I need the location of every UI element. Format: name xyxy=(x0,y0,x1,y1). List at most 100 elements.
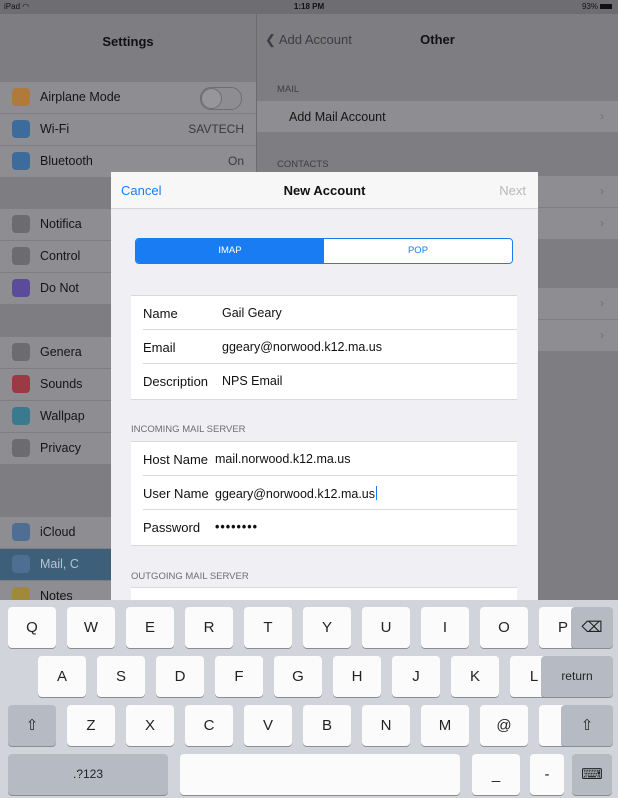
host-name-row: Host Name mail.norwood.k12.ma.us xyxy=(131,442,517,476)
description-label: Description xyxy=(143,374,209,389)
key-r[interactable]: R xyxy=(185,607,233,648)
settings-title: Settings xyxy=(102,34,154,49)
new-account-sheet: Cancel New Account Next IMAP POP Name Ga… xyxy=(111,172,538,600)
shift-right-key[interactable]: ⇧ xyxy=(561,705,613,746)
mail-section-header: MAIL xyxy=(277,84,300,95)
next-button[interactable]: Next xyxy=(499,183,526,198)
settings-row-0-0[interactable]: Airplane Mode xyxy=(0,82,256,113)
add-mail-account-label: Add Mail Account xyxy=(289,110,386,124)
return-key[interactable]: return xyxy=(541,656,613,697)
key-x[interactable]: X xyxy=(126,705,174,746)
key-u[interactable]: U xyxy=(362,607,410,648)
password-field[interactable]: •••••••• xyxy=(215,520,258,534)
key-w[interactable]: W xyxy=(67,607,115,648)
key-j[interactable]: J xyxy=(392,656,440,697)
key-g[interactable]: G xyxy=(274,656,322,697)
name-field[interactable]: Gail Geary xyxy=(222,306,282,320)
settings-row-label: Mail, C xyxy=(40,557,79,571)
settings-row-label: Sounds xyxy=(40,377,83,391)
text-cursor xyxy=(376,486,377,500)
gear-icon xyxy=(12,343,30,361)
battery-icon xyxy=(600,4,612,10)
key-i[interactable]: I xyxy=(421,607,469,648)
key-f[interactable]: F xyxy=(215,656,263,697)
key-n[interactable]: N xyxy=(362,705,410,746)
chevron-right-icon: › xyxy=(600,328,604,342)
settings-row-label: Airplane Mode xyxy=(40,90,121,104)
email-label: Email xyxy=(143,340,176,355)
host-name-field[interactable]: mail.norwood.k12.ma.us xyxy=(215,452,350,466)
outgoing-server-group xyxy=(131,587,517,600)
chevron-right-icon: › xyxy=(600,216,604,230)
settings-row-0-1[interactable]: Wi-Fi SAVTECH xyxy=(0,114,256,145)
sheet-header: Cancel New Account Next xyxy=(111,172,538,209)
settings-row-label: Genera xyxy=(40,345,82,359)
key-c[interactable]: C xyxy=(185,705,233,746)
key-o[interactable]: O xyxy=(480,607,528,648)
mail-icon xyxy=(12,555,30,573)
moon-icon xyxy=(12,279,30,297)
shift-left-key[interactable]: ⇧ xyxy=(8,705,56,746)
backspace-key[interactable]: ⌫ xyxy=(571,607,613,648)
key-b[interactable]: B xyxy=(303,705,351,746)
other-title: Other xyxy=(420,32,455,47)
key-d[interactable]: D xyxy=(156,656,204,697)
account-info-group: Name Gail Geary Email ggeary@norwood.k12… xyxy=(131,295,517,400)
settings-row-label: Bluetooth xyxy=(40,154,93,168)
key-h[interactable]: H xyxy=(333,656,381,697)
account-type-segmented-control: IMAP POP xyxy=(135,238,513,264)
battery: 93% xyxy=(582,2,612,11)
numbers-key[interactable]: .?123 xyxy=(8,754,168,795)
password-label: Password xyxy=(143,520,201,535)
notifications-icon xyxy=(12,215,30,233)
key-v[interactable]: V xyxy=(244,705,292,746)
control-center-icon xyxy=(12,247,30,265)
name-row: Name Gail Geary xyxy=(131,296,517,330)
email-field[interactable]: ggeary@norwood.k12.ma.us xyxy=(222,340,382,354)
imap-segment[interactable]: IMAP xyxy=(136,239,324,263)
settings-row-value: SAVTECH xyxy=(188,122,244,136)
key-dash[interactable]: - xyxy=(530,754,564,795)
add-mail-account-row[interactable]: Add Mail Account › xyxy=(257,101,618,132)
key-q[interactable]: Q xyxy=(8,607,56,648)
airplane-mode-toggle[interactable] xyxy=(200,87,242,110)
chevron-right-icon: › xyxy=(600,109,604,123)
key-at[interactable]: @ xyxy=(480,705,528,746)
wallpaper-icon xyxy=(12,407,30,425)
space-key[interactable] xyxy=(180,754,460,795)
sheet-title: New Account xyxy=(283,183,366,198)
description-row: Description NPS Email xyxy=(131,364,517,398)
status-bar: iPad ◠ 1:18 PM 93% xyxy=(0,0,618,14)
user-name-label: User Name xyxy=(143,486,209,501)
key-a[interactable]: A xyxy=(38,656,86,697)
settings-row-label: Do Not xyxy=(40,281,79,295)
toggle-knob xyxy=(201,88,222,109)
bluetooth-icon xyxy=(12,152,30,170)
settings-row-label: Wallpap xyxy=(40,409,85,423)
settings-row-label: Wi-Fi xyxy=(40,122,70,136)
host-name-label: Host Name xyxy=(143,452,209,467)
airplane-icon xyxy=(12,88,30,106)
key-t[interactable]: T xyxy=(244,607,292,648)
key-m[interactable]: M xyxy=(421,705,469,746)
hand-icon xyxy=(12,439,30,457)
description-field[interactable]: NPS Email xyxy=(222,374,282,388)
chevron-right-icon: › xyxy=(600,184,604,198)
cloud-icon xyxy=(12,523,30,541)
speaker-icon xyxy=(12,375,30,393)
outgoing-server-header: OUTGOING MAIL SERVER xyxy=(131,571,249,582)
user-name-field[interactable]: ggeary@norwood.k12.ma.us xyxy=(215,486,377,501)
key-e[interactable]: E xyxy=(126,607,174,648)
email-row: Email ggeary@norwood.k12.ma.us xyxy=(131,330,517,364)
pop-segment[interactable]: POP xyxy=(324,239,512,263)
other-nav-bar: ❮ Add Account Other xyxy=(257,14,618,58)
chevron-right-icon: › xyxy=(600,296,604,310)
key-k[interactable]: K xyxy=(451,656,499,697)
settings-row-label: Privacy xyxy=(40,441,81,455)
settings-row-label: Notifica xyxy=(40,217,82,231)
key-y[interactable]: Y xyxy=(303,607,351,648)
hide-keyboard-key[interactable]: ⌨ xyxy=(572,754,612,795)
key-s[interactable]: S xyxy=(97,656,145,697)
key-underscore[interactable]: _ xyxy=(472,754,520,795)
key-z[interactable]: Z xyxy=(67,705,115,746)
